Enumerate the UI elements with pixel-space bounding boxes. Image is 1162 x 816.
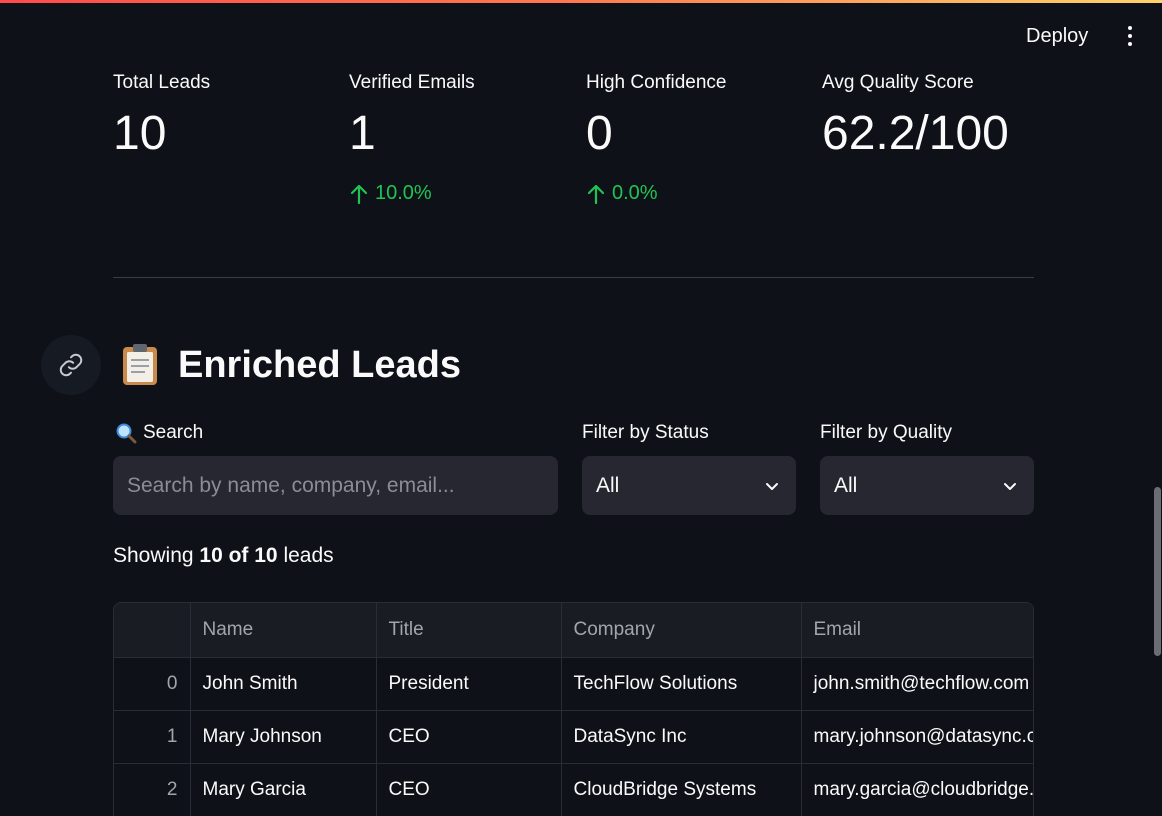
cell-company[interactable]: CloudBridge Systems — [561, 763, 802, 816]
cell-title[interactable]: CEO — [376, 763, 562, 816]
metric-delta-value: 0.0% — [612, 182, 658, 204]
deploy-button[interactable]: Deploy — [1014, 20, 1100, 52]
quality-filter-select[interactable]: All — [820, 456, 1034, 515]
metric-label: Total Leads — [113, 72, 211, 93]
clipboard-icon — [123, 344, 157, 385]
section-heading: Enriched Leads — [120, 336, 461, 394]
results-prefix: Showing — [113, 544, 200, 567]
divider — [113, 277, 1034, 278]
column-header-email[interactable]: Email — [801, 603, 1033, 658]
cell-index: 0 — [114, 657, 191, 711]
metric-avg-quality: Avg Quality Score 62.2/100 — [822, 70, 1052, 164]
results-of: of — [222, 544, 255, 567]
metric-delta-value: 10.0% — [375, 182, 432, 204]
results-total: 10 — [254, 544, 278, 567]
metric-value: 1 — [349, 107, 376, 160]
search-label: Search — [115, 420, 203, 446]
table-row[interactable]: 2 Mary Garcia CEO CloudBridge Systems ma… — [114, 763, 1033, 816]
status-filter-select[interactable]: All — [582, 456, 796, 515]
table-header-row: Name Title Company Email — [114, 603, 1033, 658]
cell-company[interactable]: DataSync Inc — [561, 710, 802, 764]
chevron-down-icon — [1004, 482, 1016, 490]
table-row[interactable]: 1 Mary Johnson CEO DataSync Inc mary.joh… — [114, 710, 1033, 764]
status-filter-label: Filter by Status — [582, 422, 709, 443]
metric-delta: 0.0% — [586, 182, 816, 205]
metric-label: Avg Quality Score — [822, 72, 974, 93]
metric-label: High Confidence — [586, 72, 727, 93]
metric-label: Verified Emails — [349, 72, 475, 93]
results-count: Showing 10 of 10 leads — [113, 544, 334, 568]
cell-title[interactable]: President — [376, 657, 562, 711]
results-suffix: leads — [277, 544, 334, 567]
cell-name[interactable]: Mary Johnson — [190, 710, 377, 764]
cell-name[interactable]: Mary Garcia — [190, 763, 377, 816]
cell-name[interactable]: John Smith — [190, 657, 377, 711]
metric-value: 10 — [113, 107, 167, 160]
quality-filter-value: All — [834, 473, 858, 497]
link-icon[interactable] — [41, 335, 101, 395]
metric-delta: 10.0% — [349, 182, 579, 205]
magnifier-icon — [116, 423, 137, 444]
column-header-title[interactable]: Title — [376, 603, 562, 658]
quality-filter-label: Filter by Quality — [820, 422, 952, 443]
cell-index: 2 — [114, 763, 191, 816]
status-filter-value: All — [596, 473, 620, 497]
cell-title[interactable]: CEO — [376, 710, 562, 764]
cell-company[interactable]: TechFlow Solutions — [561, 657, 802, 711]
leads-table[interactable]: Name Title Company Email 0 John Smith Pr… — [113, 602, 1034, 816]
arrow-up-icon — [350, 184, 368, 204]
table-row[interactable]: 0 John Smith President TechFlow Solution… — [114, 657, 1033, 711]
arrow-up-icon — [587, 184, 605, 204]
column-header-index[interactable] — [114, 603, 191, 658]
cell-email[interactable]: john.smith@techflow.com — [801, 657, 1033, 711]
metric-verified-emails: Verified Emails 1 10.0% — [349, 70, 579, 205]
chevron-down-icon — [766, 482, 778, 490]
page-scrollbar[interactable] — [1154, 487, 1161, 656]
more-vertical-icon[interactable] — [1116, 22, 1144, 50]
search-label-text: Search — [143, 422, 204, 443]
cell-email[interactable]: mary.garcia@cloudbridge.com — [801, 763, 1033, 816]
column-header-name[interactable]: Name — [190, 603, 377, 658]
metric-value: 62.2/100 — [822, 107, 1009, 160]
header-accent-bar — [0, 0, 1162, 3]
search-input[interactable] — [113, 456, 558, 515]
cell-email[interactable]: mary.johnson@datasync.com — [801, 710, 1033, 764]
metric-total-leads: Total Leads 10 — [113, 70, 343, 164]
section-title: Enriched Leads — [178, 343, 461, 386]
metric-value: 0 — [586, 107, 613, 160]
metric-high-confidence: High Confidence 0 0.0% — [586, 70, 816, 205]
column-header-company[interactable]: Company — [561, 603, 802, 658]
results-shown: 10 — [199, 544, 223, 567]
cell-index: 1 — [114, 710, 191, 764]
